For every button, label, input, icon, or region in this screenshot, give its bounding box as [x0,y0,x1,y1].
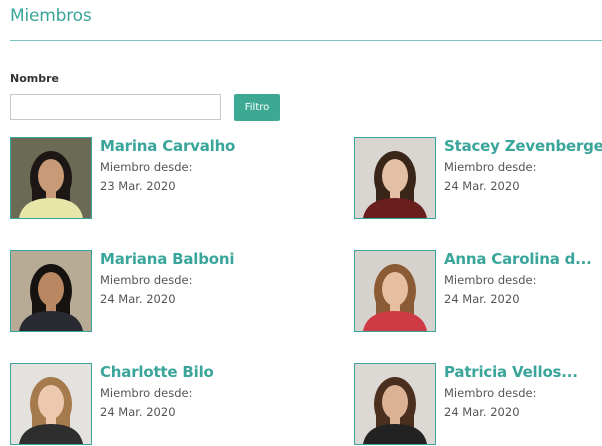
member-join-date: 24 Mar. 2020 [100,292,176,306]
page-title: Miembros [10,6,92,26]
member-name-link[interactable]: Mariana Balboni [100,250,234,268]
member-card: Stacey Zevenbergen Miembro desde: 24 Mar. … [354,137,602,221]
member-join-date: 24 Mar. 2020 [444,179,520,193]
member-since-label: Miembro desde: [100,160,193,174]
member-card: Anna Carolina d... Miembro desde: 24 Mar. … [354,250,602,334]
member-card: Marina Carvalho Miembro desde: 23 Mar. 202… [10,137,260,221]
member-since-label: Miembro desde: [444,273,537,287]
member-join-date: 23 Mar. 2020 [100,179,176,193]
member-since-label: Miembro desde: [100,386,193,400]
member-card: Charlotte Bilo Miembro desde: 24 Mar. 2020 [10,363,260,446]
member-name-link[interactable]: Anna Carolina d... [444,250,592,268]
member-name-link[interactable]: Patricia Vellos... [444,363,578,381]
member-avatar[interactable] [354,250,436,332]
name-filter-input[interactable] [10,94,221,120]
member-avatar[interactable] [10,137,92,219]
member-name-link[interactable]: Charlotte Bilo [100,363,214,381]
member-join-date: 24 Mar. 2020 [100,405,176,419]
member-name-link[interactable]: Marina Carvalho [100,137,235,155]
member-since-label: Miembro desde: [444,386,537,400]
member-name-link[interactable]: Stacey Zevenbergen [444,137,602,155]
title-divider [10,40,602,41]
member-avatar[interactable] [354,363,436,445]
filter-button[interactable]: Filtro [234,94,280,121]
member-join-date: 24 Mar. 2020 [444,405,520,419]
member-card: Patricia Vellos... Miembro desde: 24 Mar. … [354,363,602,446]
member-since-label: Miembro desde: [100,273,193,287]
member-avatar[interactable] [354,137,436,219]
name-filter-label: Nombre [10,72,59,85]
member-since-label: Miembro desde: [444,160,537,174]
member-join-date: 24 Mar. 2020 [444,292,520,306]
member-avatar[interactable] [10,250,92,332]
member-card: Mariana Balboni Miembro desde: 24 Mar. 202… [10,250,260,334]
member-avatar[interactable] [10,363,92,445]
